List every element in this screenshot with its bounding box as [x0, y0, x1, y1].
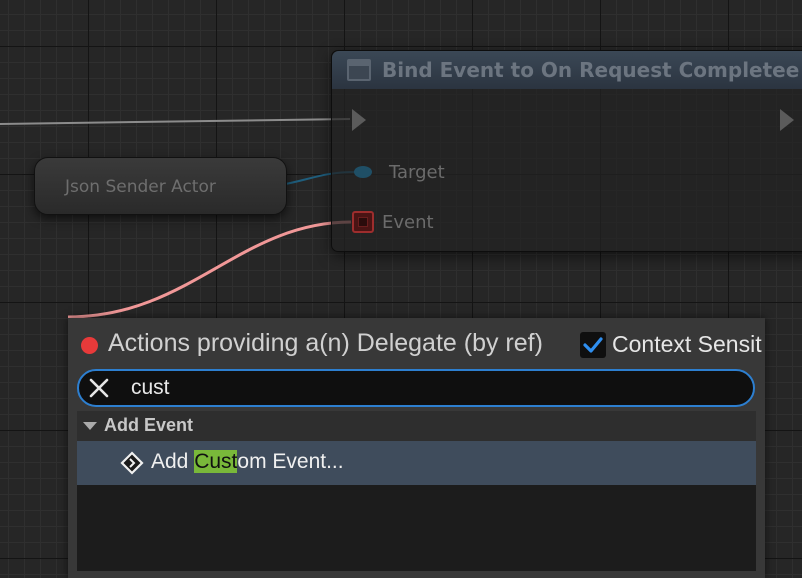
actor-node-label: Json Sender Actor	[65, 177, 216, 197]
close-icon[interactable]	[89, 378, 109, 398]
context-sensitive-checkbox[interactable]	[580, 332, 606, 358]
item-label-prefix: Add	[151, 450, 195, 473]
search-box[interactable]	[77, 369, 755, 407]
target-pin-icon[interactable]	[354, 166, 372, 178]
bind-event-node[interactable]: Bind Event to On Request Completee Targe…	[331, 50, 802, 252]
context-sensitive-label[interactable]: Context Sensit	[612, 331, 762, 358]
function-node-icon	[347, 59, 371, 81]
exec-out-pin-icon[interactable]	[780, 109, 794, 131]
target-pin-label: Target	[389, 162, 445, 183]
event-pin-label: Event	[382, 212, 434, 233]
menu-title: Actions providing a(n) Delegate (by ref)	[108, 329, 543, 357]
event-diamond-icon	[120, 451, 144, 475]
search-input[interactable]	[131, 373, 731, 403]
category-add-event[interactable]: Add Event	[77, 411, 756, 441]
event-pin-icon[interactable]	[352, 211, 374, 233]
add-custom-event-item[interactable]: Add Custom Event...	[77, 441, 756, 485]
delegate-wire	[67, 220, 352, 319]
action-list: Add Event Add Custom Event...	[77, 411, 756, 571]
search-match-highlight: Cust	[194, 450, 238, 473]
checkmark-icon	[583, 337, 603, 353]
exec-wire	[0, 118, 351, 125]
exec-in-pin-icon[interactable]	[352, 109, 366, 131]
item-label: Add Custom Event...	[151, 450, 344, 474]
red-dot-icon	[81, 337, 98, 354]
item-label-suffix: om Event...	[237, 450, 344, 473]
action-menu: Actions providing a(n) Delegate (by ref)…	[68, 318, 765, 578]
node-header: Bind Event to On Request Completee	[332, 51, 802, 89]
triangle-down-icon	[83, 422, 97, 430]
category-label: Add Event	[104, 415, 194, 435]
json-sender-actor-node[interactable]: Json Sender Actor	[34, 157, 287, 215]
node-title: Bind Event to On Request Completee	[382, 58, 800, 82]
